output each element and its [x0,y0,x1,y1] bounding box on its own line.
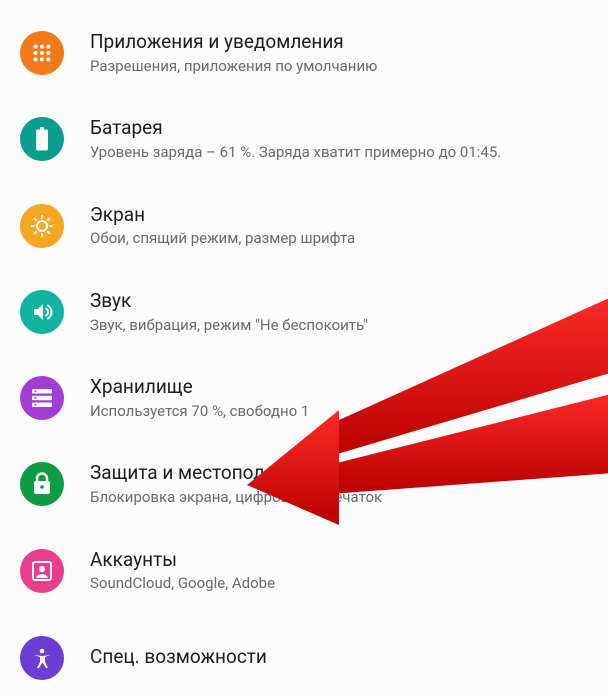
apps-icon [20,31,64,75]
settings-item-accessibility[interactable]: Спец. возможности [0,614,608,686]
settings-item-security[interactable]: Защита и местоположение Блокировка экран… [0,441,608,527]
settings-item-apps[interactable]: Приложения и уведомления Разрешения, при… [0,10,608,96]
settings-item-sub: Звук, вибрация, режим "Не беспокоить" [90,316,590,336]
settings-item-sub: SoundCloud, Google, Adobe [90,574,590,594]
settings-item-storage[interactable]: Хранилище Используется 70 %, свободно 1 [0,355,608,441]
account-icon [20,549,64,593]
settings-item-sub: Уровень заряда – 61 %. Заряда хватит при… [90,143,590,163]
settings-item-title: Защита и местоположение [90,461,590,485]
settings-item-sound[interactable]: Звук Звук, вибрация, режим "Не беспокоит… [0,269,608,355]
settings-item-sub: Разрешения, приложения по умолчанию [90,57,590,77]
settings-item-display[interactable]: Экран Обои, спящий режим, размер шрифта [0,183,608,269]
storage-icon [20,376,64,420]
settings-item-title: Экран [90,203,590,227]
settings-list: Приложения и уведомления Разрешения, при… [0,0,608,686]
accessibility-icon [20,636,64,680]
battery-icon [20,117,64,161]
sound-icon [20,290,64,334]
settings-item-sub: Блокировка экрана, цифровой отпечаток [90,488,590,508]
settings-item-sub: Используется 70 %, свободно 1 [90,402,590,422]
brightness-icon [20,204,64,248]
settings-item-accounts[interactable]: Аккаунты SoundCloud, Google, Adobe [0,528,608,614]
settings-item-title: Хранилище [90,375,590,399]
lock-icon [20,462,64,506]
settings-item-sub: Обои, спящий режим, размер шрифта [90,229,590,249]
settings-item-title: Аккаунты [90,548,590,572]
settings-item-title: Звук [90,289,590,313]
settings-item-title: Спец. возможности [90,645,590,669]
settings-item-title: Приложения и уведомления [90,30,590,54]
settings-item-battery[interactable]: Батарея Уровень заряда – 61 %. Заряда хв… [0,96,608,182]
settings-item-title: Батарея [90,116,590,140]
